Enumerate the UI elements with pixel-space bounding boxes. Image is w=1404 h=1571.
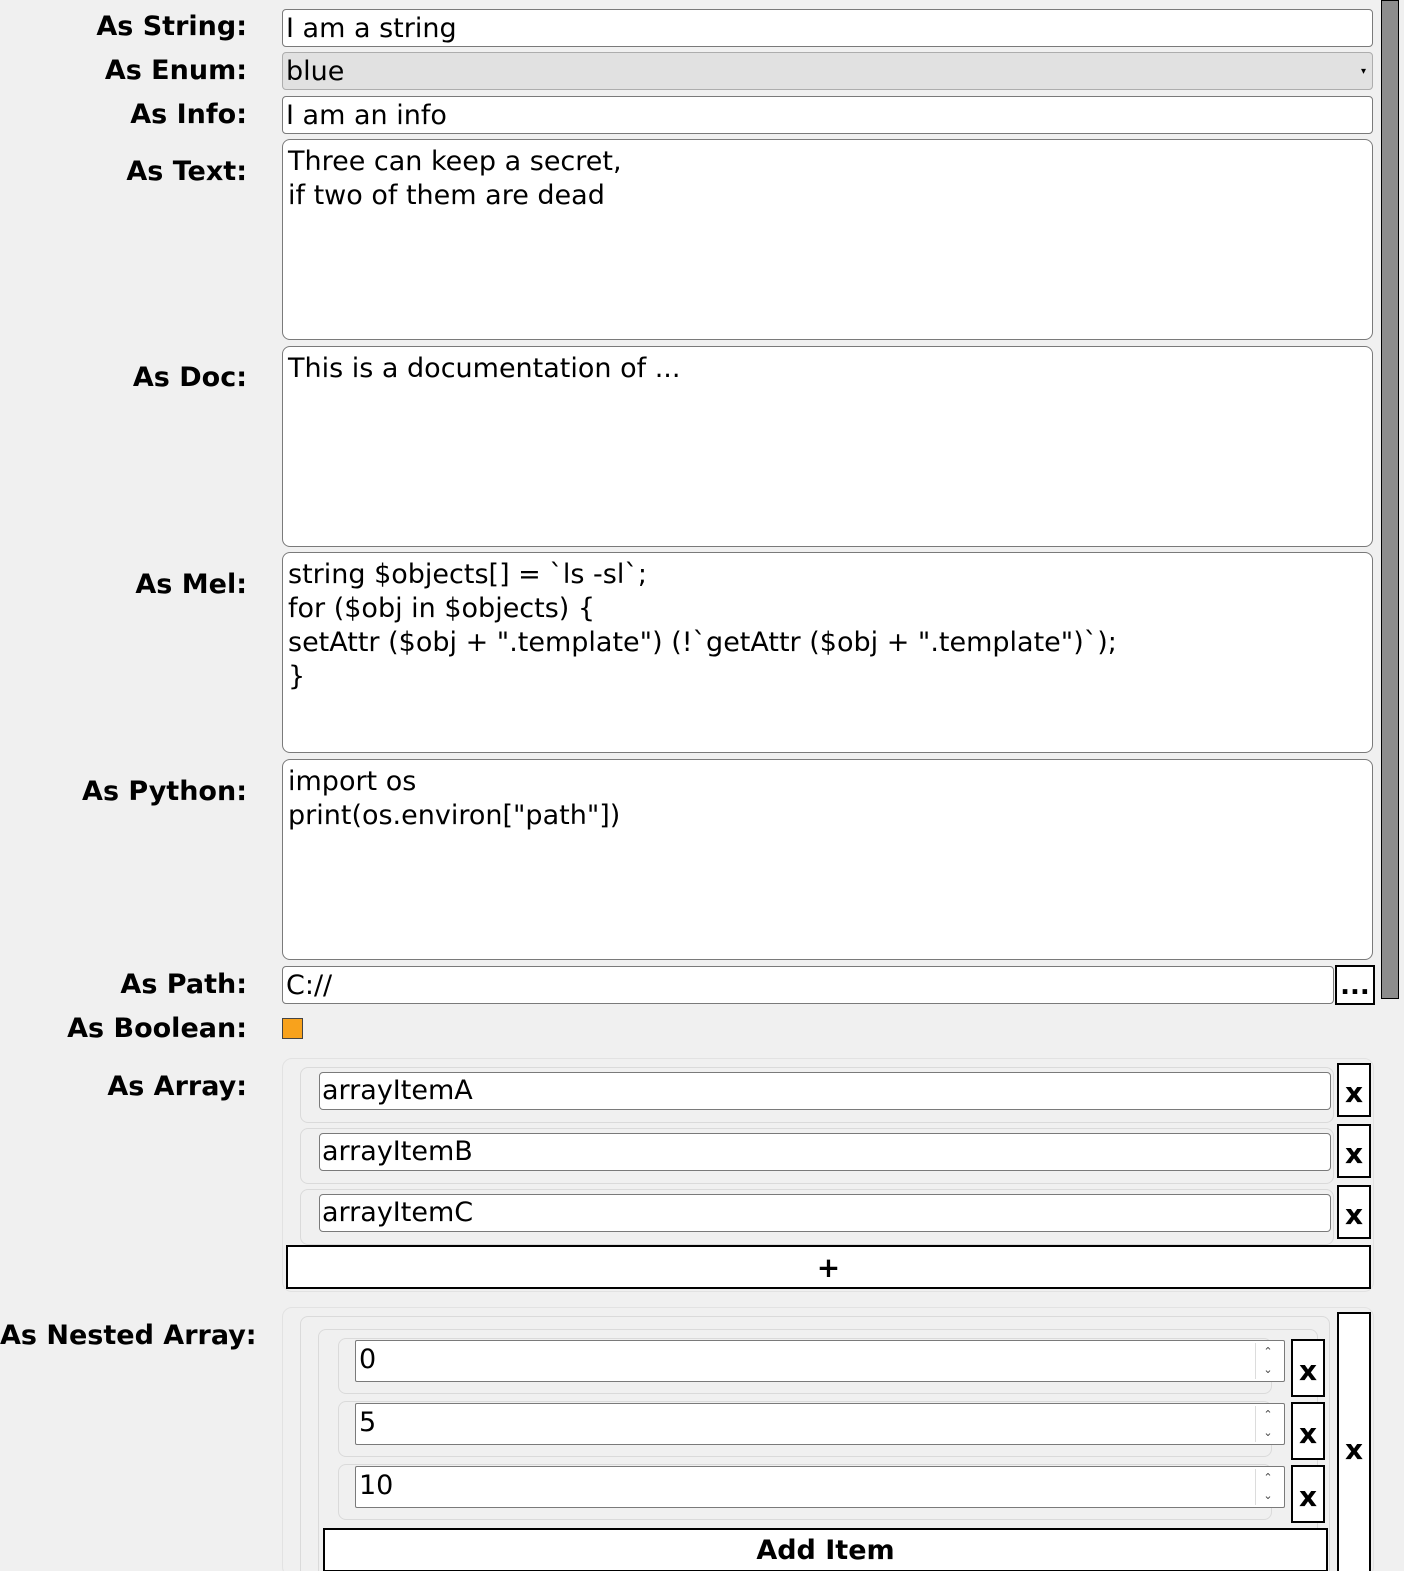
- number-stepper[interactable]: 5 ⌃ ⌄: [355, 1403, 1285, 1445]
- path-label: As Path:: [120, 969, 247, 1000]
- spin-buttons[interactable]: ⌃ ⌄: [1255, 1343, 1280, 1379]
- list-item: arrayItemA: [300, 1067, 1334, 1123]
- nested-list: 0 ⌃ ⌄ x 5 ⌃ ⌄ x 10 ⌃ ⌄ x Add Item: [318, 1329, 1328, 1571]
- remove-item-button[interactable]: x: [1337, 1185, 1371, 1239]
- dropdown-arrow-icon: ▾: [1360, 66, 1366, 77]
- list-item: arrayItemC: [300, 1189, 1334, 1245]
- boolean-checkbox[interactable]: [282, 1018, 303, 1039]
- python-editor[interactable]: import os print(os.environ["path"]): [282, 759, 1373, 960]
- doc-label: As Doc:: [132, 362, 247, 393]
- text-area[interactable]: Three can keep a secret, if two of them …: [282, 139, 1373, 340]
- enum-selected-value: blue: [286, 56, 345, 87]
- chevron-up-icon[interactable]: ⌃: [1256, 1343, 1280, 1361]
- remove-item-button[interactable]: x: [1291, 1402, 1325, 1460]
- nested-array-row: 0 ⌃ ⌄ x 5 ⌃ ⌄ x 10 ⌃ ⌄ x Add Item: [300, 1316, 1330, 1571]
- remove-item-button[interactable]: x: [1337, 1063, 1371, 1117]
- enum-label: As Enum:: [104, 55, 247, 86]
- browse-button[interactable]: ...: [1335, 965, 1375, 1005]
- remove-item-button[interactable]: x: [1291, 1465, 1325, 1523]
- list-item: 0 ⌃ ⌄: [338, 1338, 1285, 1394]
- chevron-up-icon[interactable]: ⌃: [1256, 1469, 1280, 1487]
- chevron-down-icon[interactable]: ⌄: [1256, 1361, 1280, 1379]
- remove-nested-array-button[interactable]: x: [1337, 1312, 1371, 1571]
- array-label: As Array:: [107, 1071, 247, 1102]
- scrollbar-thumb[interactable]: [1381, 0, 1399, 999]
- spin-buttons[interactable]: ⌃ ⌄: [1255, 1469, 1280, 1505]
- number-stepper[interactable]: 10 ⌃ ⌄: [355, 1466, 1285, 1508]
- mel-editor[interactable]: string $objects[] = `ls -sl`; for ($obj …: [282, 552, 1373, 753]
- list-item: 10 ⌃ ⌄: [338, 1464, 1285, 1520]
- string-field[interactable]: I am a string: [282, 9, 1373, 47]
- array-item-input[interactable]: arrayItemA: [319, 1072, 1331, 1110]
- number-value: 10: [359, 1470, 394, 1501]
- spin-buttons[interactable]: ⌃ ⌄: [1255, 1406, 1280, 1442]
- add-item-button[interactable]: Add Item: [323, 1528, 1328, 1571]
- number-value: 0: [359, 1344, 377, 1375]
- string-label: As String:: [96, 11, 247, 42]
- remove-item-button[interactable]: x: [1291, 1339, 1325, 1397]
- attribute-editor-panel: As String: I am a string As Enum: blue ▾…: [0, 0, 1404, 1571]
- array-item-input[interactable]: arrayItemB: [319, 1133, 1331, 1171]
- text-label: As Text:: [126, 156, 247, 187]
- python-label: As Python:: [82, 776, 247, 807]
- list-item: 5 ⌃ ⌄: [338, 1401, 1285, 1457]
- mel-label: As Mel:: [135, 569, 247, 600]
- enum-dropdown[interactable]: blue ▾: [282, 52, 1373, 90]
- chevron-down-icon[interactable]: ⌄: [1256, 1424, 1280, 1442]
- list-item: arrayItemB: [300, 1128, 1334, 1184]
- chevron-down-icon[interactable]: ⌄: [1256, 1487, 1280, 1505]
- doc-area[interactable]: This is a documentation of ...: [282, 346, 1373, 547]
- array-group: arrayItemA x arrayItemB x arrayItemC x +: [282, 1058, 1374, 1292]
- number-stepper[interactable]: 0 ⌃ ⌄: [355, 1340, 1285, 1382]
- info-label: As Info:: [130, 99, 247, 130]
- path-field[interactable]: C://: [282, 966, 1334, 1004]
- info-field[interactable]: I am an info: [282, 96, 1373, 134]
- number-value: 5: [359, 1407, 377, 1438]
- nested-array-group: 0 ⌃ ⌄ x 5 ⌃ ⌄ x 10 ⌃ ⌄ x Add Item x: [282, 1307, 1374, 1571]
- nested-array-label: As Nested Array:: [0, 1320, 257, 1351]
- chevron-up-icon[interactable]: ⌃: [1256, 1406, 1280, 1424]
- array-item-input[interactable]: arrayItemC: [319, 1194, 1331, 1232]
- add-array-item-button[interactable]: +: [286, 1245, 1371, 1289]
- boolean-label: As Boolean:: [67, 1013, 247, 1044]
- remove-item-button[interactable]: x: [1337, 1124, 1371, 1178]
